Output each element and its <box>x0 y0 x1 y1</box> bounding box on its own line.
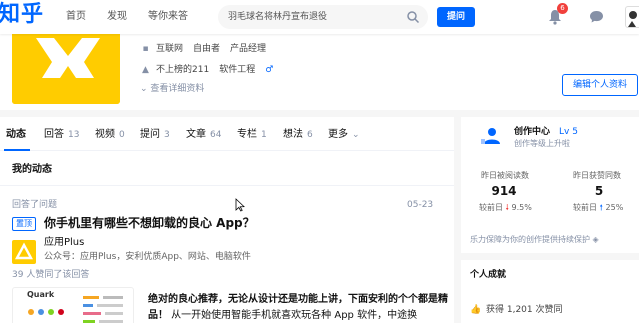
author-description: 公众号：应用Plus，安利优质App、网站、电脑软件 <box>44 252 251 262</box>
stat-compare-agrees: 较前日 🠕 25% <box>573 203 624 212</box>
tab-articles[interactable]: 文章 64 <box>186 128 221 142</box>
profile-tabs: 动态 回答 13 视频 0 提问 3 文章 64 专栏 1 想法 6 更多 ⌄ <box>0 117 454 151</box>
nav-item-waiting-answers[interactable]: 等你来答 <box>148 11 188 23</box>
search-input[interactable]: 羽毛球名将林丹宣布退役 <box>218 5 428 29</box>
profile-tag: 互联网 <box>156 44 184 54</box>
mouse-cursor-icon <box>235 198 245 212</box>
creator-center-card: 创作中心 Lv 5 创作等级上升啦 昨日被阅读数 914 较前日 🠗 9.5% … <box>461 117 639 253</box>
profile-avatar[interactable] <box>12 26 120 104</box>
ask-question-button[interactable]: 提问 <box>437 7 475 27</box>
tab-columns[interactable]: 专栏 1 <box>237 128 267 142</box>
chevron-down-icon: ⌄ <box>352 130 360 140</box>
stat-label-reads: 昨日被阅读数 <box>481 171 529 180</box>
notification-count-badge: 6 <box>557 3 568 14</box>
achievement-agree-line: 👍 获得 1,201 次赞同 <box>470 305 563 315</box>
active-tab-indicator <box>4 149 30 151</box>
creator-center-icon <box>481 128 500 144</box>
activity-date: 05-23 <box>407 200 434 210</box>
gender-male-icon: ♂ <box>265 65 274 75</box>
stat-value-agrees: 5 <box>594 184 604 198</box>
thumbs-up-icon: 👍 <box>470 305 482 315</box>
stat-label-agrees: 昨日获赞同数 <box>573 171 621 180</box>
author-name-link[interactable]: 应用Plus <box>44 236 84 249</box>
tab-answers[interactable]: 回答 13 <box>44 128 79 142</box>
tab-questions[interactable]: 提问 3 <box>140 128 170 142</box>
answer-excerpt[interactable]: 绝对的良心推荐，无论从设计还是功能上讲，下面安利的个个都是精品！ 从一开始使用智… <box>148 292 448 323</box>
nav-item-home[interactable]: 首页 <box>66 11 86 23</box>
answer-thumbnail-image[interactable]: Quark <box>12 287 134 323</box>
tab-activity[interactable]: 动态 <box>6 128 26 142</box>
arrow-down-icon: 🠗 <box>505 203 509 212</box>
profile-tag: 产品经理 <box>230 44 267 54</box>
stat-compare-reads: 较前日 🠗 9.5% <box>479 203 532 212</box>
profile-header: ▪ 互联网 自由者 产品经理 ▲ 不上榜的211 软件工程 ♂ ⌄ 查看详细资料 编辑个人资… <box>0 26 639 110</box>
profile-tag: 自由者 <box>193 44 221 54</box>
author-avatar[interactable] <box>12 240 36 264</box>
graduation-cap-icon: ▲ <box>142 65 149 75</box>
user-avatar[interactable] <box>625 6 639 28</box>
top-nav-bar: 知乎 首页 发现 等你来答 羽毛球名将林丹宣布退役 提问 6 <box>0 0 639 34</box>
profile-school: 不上榜的211 <box>156 65 210 75</box>
question-title-link[interactable]: 你手机里有哪些不想卸载的良心 App？ <box>44 216 255 231</box>
profile-tags-row: ▪ 互联网 自由者 产品经理 <box>140 43 266 55</box>
view-details-label: 查看详细资料 <box>150 84 205 94</box>
creator-level-sub: 创作等级上升啦 <box>514 139 570 148</box>
creator-level[interactable]: Lv 5 <box>559 126 578 138</box>
chevron-down-icon: ⌄ <box>140 84 148 94</box>
zhihu-logo[interactable]: 知乎 <box>0 2 44 28</box>
main-feed-card: 动态 回答 13 视频 0 提问 3 文章 64 专栏 1 想法 6 更多 ⌄ 我的动态 回答… <box>0 117 454 323</box>
tab-thoughts[interactable]: 想法 6 <box>283 128 313 142</box>
stat-value-reads: 914 <box>491 184 517 198</box>
profile-major: 软件工程 <box>219 65 256 75</box>
agree-count-text: 39 人赞同了该回答 <box>12 270 90 280</box>
nav-item-discover[interactable]: 发现 <box>107 11 127 23</box>
divider <box>0 185 454 186</box>
excerpt-text: 从一开始使用智能手机就喜欢玩各种 App 软件，中途换 <box>168 310 418 321</box>
my-activity-heading: 我的动态 <box>12 164 52 175</box>
message-icon[interactable] <box>589 9 604 24</box>
view-details-link[interactable]: ⌄ 查看详细资料 <box>140 83 204 95</box>
creator-center-title[interactable]: 创作中心 <box>514 126 550 138</box>
profile-education-row: ▲ 不上榜的211 软件工程 ♂ <box>140 64 273 76</box>
thumbnail-app-icons <box>28 296 123 323</box>
achievements-title: 个人成就 <box>470 270 507 280</box>
activity-type-label: 回答了问题 <box>12 200 58 210</box>
shield-icon: ◈ <box>592 235 599 244</box>
tab-videos[interactable]: 视频 0 <box>95 128 125 142</box>
search-icon[interactable] <box>406 10 420 24</box>
arrow-up-icon: 🠕 <box>599 203 603 212</box>
search-placeholder: 羽毛球名将林丹宣布退役 <box>228 12 328 22</box>
briefcase-icon: ▪ <box>142 44 149 54</box>
edit-profile-button[interactable]: 编辑个人资料 <box>562 74 638 96</box>
achievements-card: 个人成就 👍 获得 1,201 次赞同 <box>461 260 639 323</box>
pinned-badge: 置顶 <box>12 217 36 231</box>
tab-more[interactable]: 更多 ⌄ <box>328 128 360 142</box>
creator-protection-note[interactable]: 乐力保障为你的创作提供持续保护 ◈ <box>470 235 599 245</box>
